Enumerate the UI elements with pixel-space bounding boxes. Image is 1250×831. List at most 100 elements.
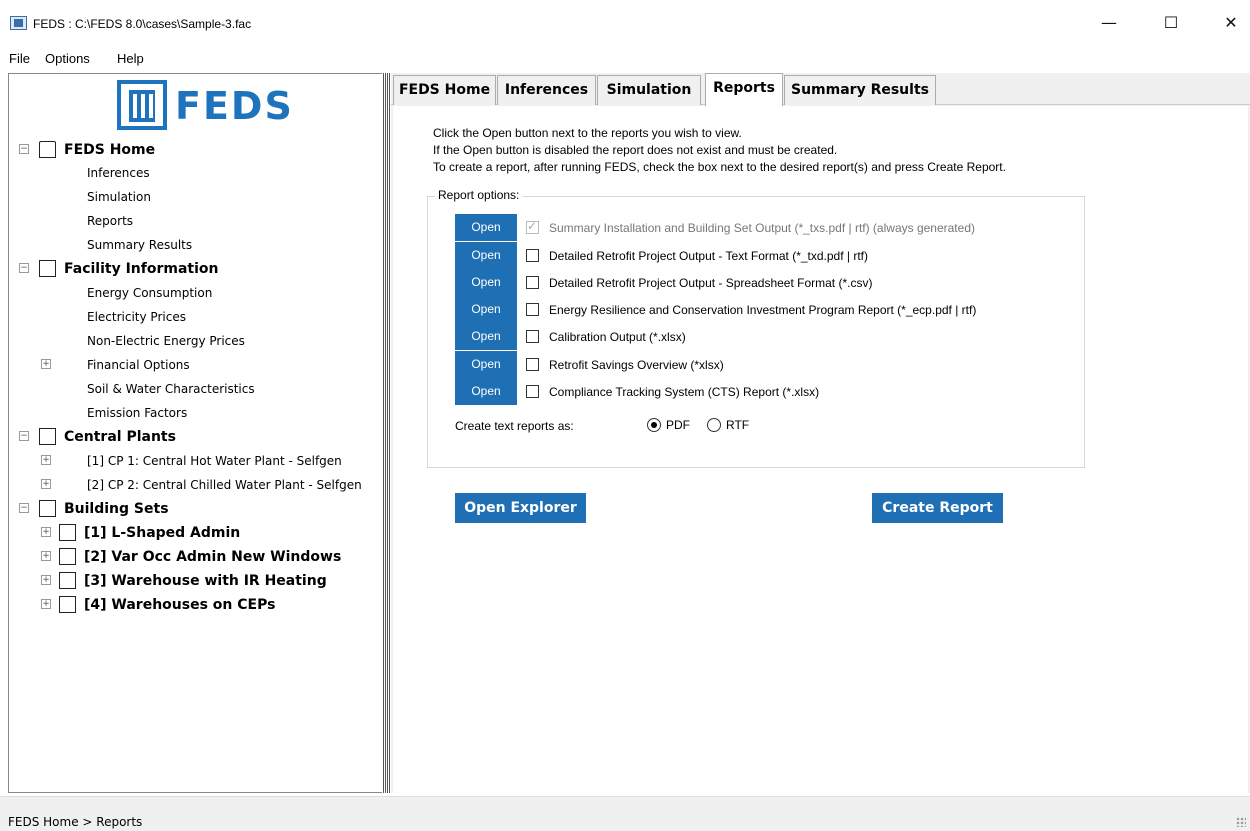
document-icon [39,260,56,277]
main-panel: FEDS Home Inferences Simulation Reports … [391,73,1250,793]
status-bar: FEDS Home > Reports [0,796,1250,831]
checkbox-retrofit-savings[interactable] [526,358,539,371]
tree-item-inferences[interactable]: Inferences [9,161,383,185]
tree-item-energy-consumption[interactable]: Energy Consumption [9,281,383,305]
resize-grip-icon[interactable] [1236,817,1246,827]
checkbox-summary [526,219,539,234]
tree-label: [2] CP 2: Central Chilled Water Plant - … [87,478,362,492]
tree-item-building-set-1[interactable]: + [1] L-Shaped Admin [9,521,383,545]
open-button-retrofit-savings[interactable]: Open [455,351,517,378]
navigation-tree: FEDS − FEDS Home Inferences Simulation R… [8,73,382,793]
feds-logo: FEDS [9,74,383,134]
tree-label: Reports [87,214,134,228]
checkbox-calibration[interactable] [526,330,539,343]
tree-item-financial-options[interactable]: + Financial Options [9,353,383,377]
tree-item-emission-factors[interactable]: Emission Factors [9,401,383,425]
close-button[interactable]: ✕ [1208,8,1250,38]
tree-node-facility-information[interactable]: − Facility Information [9,257,383,281]
expand-icon[interactable]: + [41,455,51,465]
instruction-line-2: If the Open button is disabled the repor… [433,143,838,157]
tree-item-building-set-2[interactable]: + [2] Var Occ Admin New Windows [9,545,383,569]
tree-item-central-plant-2[interactable]: + [2] CP 2: Central Chilled Water Plant … [9,473,383,497]
tree-label: [3] Warehouse with IR Heating [84,573,327,589]
open-button-detailed-spreadsheet[interactable]: Open [455,269,517,296]
tree-item-reports[interactable]: Reports [9,209,383,233]
tree-label: Simulation [87,190,151,204]
tree-label: Inferences [87,166,150,180]
tree-item-electricity-prices[interactable]: Electricity Prices [9,305,383,329]
radio-pdf-label: PDF [666,418,690,432]
panel-splitter[interactable] [382,73,390,793]
expand-icon[interactable]: + [41,599,51,609]
collapse-icon[interactable]: − [19,431,29,441]
tree-item-soil-water[interactable]: Soil & Water Characteristics [9,377,383,401]
expand-icon[interactable]: + [41,551,51,561]
open-button-ercip[interactable]: Open [455,296,517,323]
menu-bar: File Options Help [0,46,1250,70]
app-icon[interactable] [10,16,27,30]
tab-inferences[interactable]: Inferences [497,75,596,105]
open-button-cts[interactable]: Open [455,378,517,405]
menu-file[interactable]: File [9,51,30,66]
collapse-icon[interactable]: − [19,144,29,154]
tree-item-building-set-3[interactable]: + [3] Warehouse with IR Heating [9,569,383,593]
checkbox-cts[interactable] [526,385,539,398]
window-title: FEDS : C:\FEDS 8.0\cases\Sample-3.fac [33,17,252,31]
open-explorer-button[interactable]: Open Explorer [455,493,586,523]
checkbox-detailed-spreadsheet[interactable] [526,276,539,289]
tree-item-central-plant-1[interactable]: + [1] CP 1: Central Hot Water Plant - Se… [9,449,383,473]
tab-strip: FEDS Home Inferences Simulation Reports … [391,73,1250,106]
expand-icon[interactable]: + [41,359,51,369]
report-label-ercip: Energy Resilience and Conservation Inves… [549,303,977,317]
maximize-button[interactable]: ☐ [1148,8,1194,38]
title-bar: FEDS : C:\FEDS 8.0\cases\Sample-3.fac — … [0,0,1250,46]
tree-label: Non-Electric Energy Prices [87,334,245,348]
open-button-calibration[interactable]: Open [455,323,517,350]
expand-icon[interactable]: + [41,479,51,489]
minimize-button[interactable]: — [1086,8,1132,38]
menu-help[interactable]: Help [117,51,144,66]
logo-text: FEDS [175,84,294,128]
tree-label: [1] L-Shaped Admin [84,525,241,541]
tree-item-building-set-4[interactable]: + [4] Warehouses on CEPs [9,593,383,617]
tree-label: Summary Results [87,238,193,252]
plant-icon [39,428,56,445]
tab-feds-home[interactable]: FEDS Home [393,75,496,105]
tree-item-simulation[interactable]: Simulation [9,185,383,209]
collapse-icon[interactable]: − [19,263,29,273]
tree-label: Energy Consumption [87,286,213,300]
tab-simulation[interactable]: Simulation [597,75,701,105]
collapse-icon[interactable]: − [19,503,29,513]
menu-options[interactable]: Options [45,51,90,66]
report-label-cts: Compliance Tracking System (CTS) Report … [549,385,820,399]
tab-reports[interactable]: Reports [705,73,783,106]
tree-label: [2] Var Occ Admin New Windows [84,549,342,565]
checkbox-detailed-text[interactable] [526,249,539,262]
tree-label: FEDS Home [64,142,156,158]
radio-pdf[interactable] [647,418,661,432]
building-icon [59,572,76,589]
radio-rtf-label: RTF [726,418,750,432]
checkbox-ercip[interactable] [526,303,539,316]
tree-label: Soil & Water Characteristics [87,382,255,396]
create-report-button[interactable]: Create Report [872,493,1003,523]
building-icon [59,596,76,613]
home-icon [39,141,56,158]
expand-icon[interactable]: + [41,527,51,537]
tree-item-summary-results[interactable]: Summary Results [9,233,383,257]
expand-icon[interactable]: + [41,575,51,585]
tree-label: [4] Warehouses on CEPs [84,597,276,613]
report-label-retrofit-savings: Retrofit Savings Overview (*xlsx) [549,358,724,372]
buildings-icon [39,500,56,517]
tab-summary-results[interactable]: Summary Results [784,75,936,105]
radio-rtf[interactable] [707,418,721,432]
tree-node-feds-home[interactable]: − FEDS Home [9,138,383,162]
tree-item-non-electric-energy-prices[interactable]: Non-Electric Energy Prices [9,329,383,353]
reports-page: Click the Open button next to the report… [393,106,1248,793]
open-button-detailed-text[interactable]: Open [455,242,517,269]
tree-label: Electricity Prices [87,310,186,324]
tree-label: Building Sets [64,501,169,517]
tree-node-building-sets[interactable]: − Building Sets [9,497,383,521]
open-button-summary[interactable]: Open [455,214,517,241]
tree-node-central-plants[interactable]: − Central Plants [9,425,383,449]
